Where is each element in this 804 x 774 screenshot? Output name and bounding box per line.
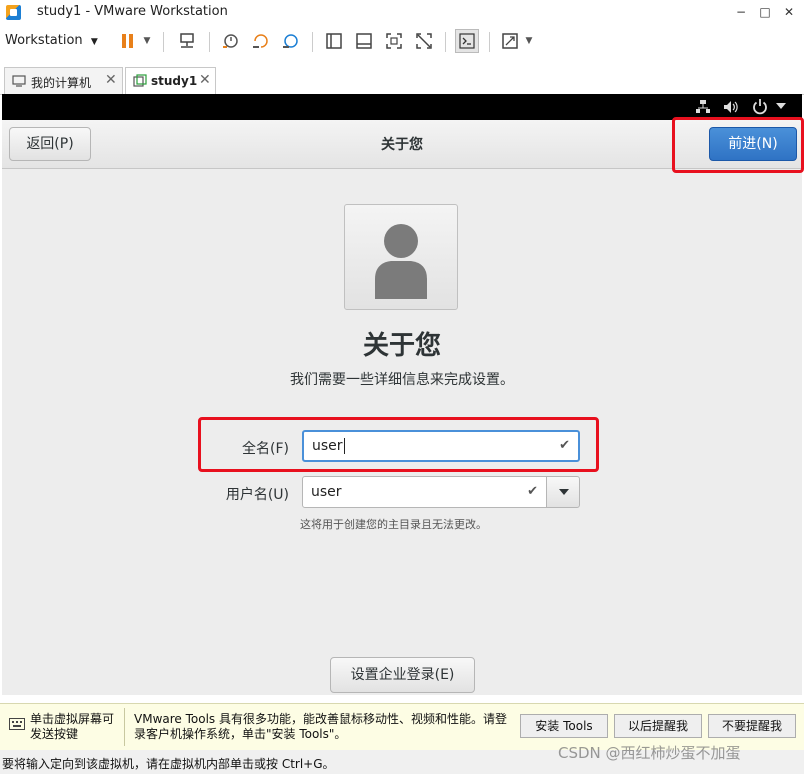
- stretch-icon[interactable]: [499, 30, 521, 52]
- tools-message: VMware Tools 具有很多功能，能改善鼠标移动性、视频和性能。请登录客户…: [134, 712, 507, 741]
- back-button[interactable]: 返回(P): [9, 127, 91, 161]
- username-dropdown-button[interactable]: [546, 476, 580, 508]
- unity-icon[interactable]: [413, 30, 435, 52]
- window-title: study1 - VMware Workstation: [37, 4, 228, 19]
- page-subtitle: 我们需要一些详细信息来完成设置。: [290, 372, 514, 388]
- tab-label: study1: [151, 74, 198, 88]
- fullscreen-icon[interactable]: [383, 30, 405, 52]
- header-title: 关于您: [381, 137, 423, 153]
- username-label: 用户名(U): [225, 487, 289, 503]
- workstation-menu-label: Workstation: [5, 33, 83, 48]
- power-dropdown-icon[interactable]: ▼: [140, 30, 154, 52]
- toolbar-divider: [163, 32, 164, 52]
- toolbar: Workstation ▼ ▼ ▼: [0, 26, 804, 58]
- network-icon[interactable]: [695, 99, 711, 115]
- close-icon[interactable]: ✕: [199, 72, 211, 88]
- page-heading: 关于您: [362, 331, 441, 361]
- maximize-button[interactable]: □: [754, 2, 776, 22]
- highlight-box: [198, 417, 599, 472]
- notification-divider: [124, 708, 125, 746]
- stretch-dropdown-icon[interactable]: ▼: [522, 30, 536, 52]
- username-value: user: [311, 484, 342, 500]
- snapshot-manager-icon[interactable]: [279, 30, 301, 52]
- close-button[interactable]: ✕: [778, 2, 800, 22]
- chevron-down-icon: [559, 489, 569, 495]
- chevron-down-icon: ▼: [90, 37, 98, 47]
- console-view-icon[interactable]: [353, 30, 375, 52]
- revert-snapshot-icon[interactable]: [249, 30, 271, 52]
- vmware-logo-icon: [6, 5, 21, 20]
- minimize-button[interactable]: −: [730, 2, 752, 22]
- install-tools-button[interactable]: 安装 Tools: [520, 714, 608, 738]
- sidebar-view-icon[interactable]: [323, 30, 345, 52]
- tab-label: 我的计算机: [31, 76, 92, 90]
- send-ctrl-alt-del-icon[interactable]: [176, 30, 198, 52]
- username-input[interactable]: user ✔: [302, 476, 547, 508]
- title-bar: study1 - VMware Workstation − □ ✕: [0, 0, 804, 26]
- watermark: CSDN @西红柿炒蛋不加蛋: [558, 744, 741, 762]
- volume-icon[interactable]: [722, 99, 740, 115]
- avatar[interactable]: [344, 204, 458, 310]
- power-icon[interactable]: [752, 98, 768, 115]
- status-text: 要将输入定向到该虚拟机，请在虚拟机内部单击或按 Ctrl+G。: [2, 757, 335, 771]
- chevron-down-icon[interactable]: [776, 103, 786, 111]
- toolbar-divider: [489, 32, 490, 52]
- checkmark-icon: ✔: [527, 484, 538, 499]
- keyboard-icon: [9, 718, 25, 730]
- snapshot-icon[interactable]: [219, 30, 241, 52]
- terminal-icon[interactable]: [455, 29, 479, 53]
- user-avatar-icon: [375, 224, 427, 299]
- username-hint: 这将用于创建您的主目录且无法更改。: [300, 518, 487, 531]
- tab-strip: 我的计算机 ✕ study1 ✕: [0, 64, 804, 95]
- computer-icon: [12, 75, 26, 87]
- never-remind-button[interactable]: 不要提醒我: [708, 714, 796, 738]
- installer-header: 返回(P) 关于您 前进(N): [2, 117, 804, 173]
- highlight-box: [672, 117, 804, 173]
- enterprise-login-button[interactable]: 设置企业登录(E): [330, 657, 475, 693]
- workstation-menu[interactable]: Workstation ▼: [5, 30, 98, 52]
- remind-later-button[interactable]: 以后提醒我: [614, 714, 702, 738]
- tab-my-computer[interactable]: 我的计算机 ✕: [4, 67, 123, 94]
- pause-icon[interactable]: [117, 30, 139, 52]
- toolbar-divider: [209, 32, 210, 52]
- tab-study1[interactable]: study1 ✕: [125, 67, 216, 94]
- click-hint-text: 单击虚拟屏幕可发送按键: [30, 712, 115, 741]
- toolbar-divider: [445, 32, 446, 52]
- vm-icon: [133, 74, 147, 87]
- vm-screen[interactable]: 返回(P) 关于您 前进(N) 关于您 我们需要一些详细信息来完成设置。 全名(…: [2, 117, 804, 695]
- toolbar-divider: [312, 32, 313, 52]
- close-icon[interactable]: ✕: [105, 72, 117, 88]
